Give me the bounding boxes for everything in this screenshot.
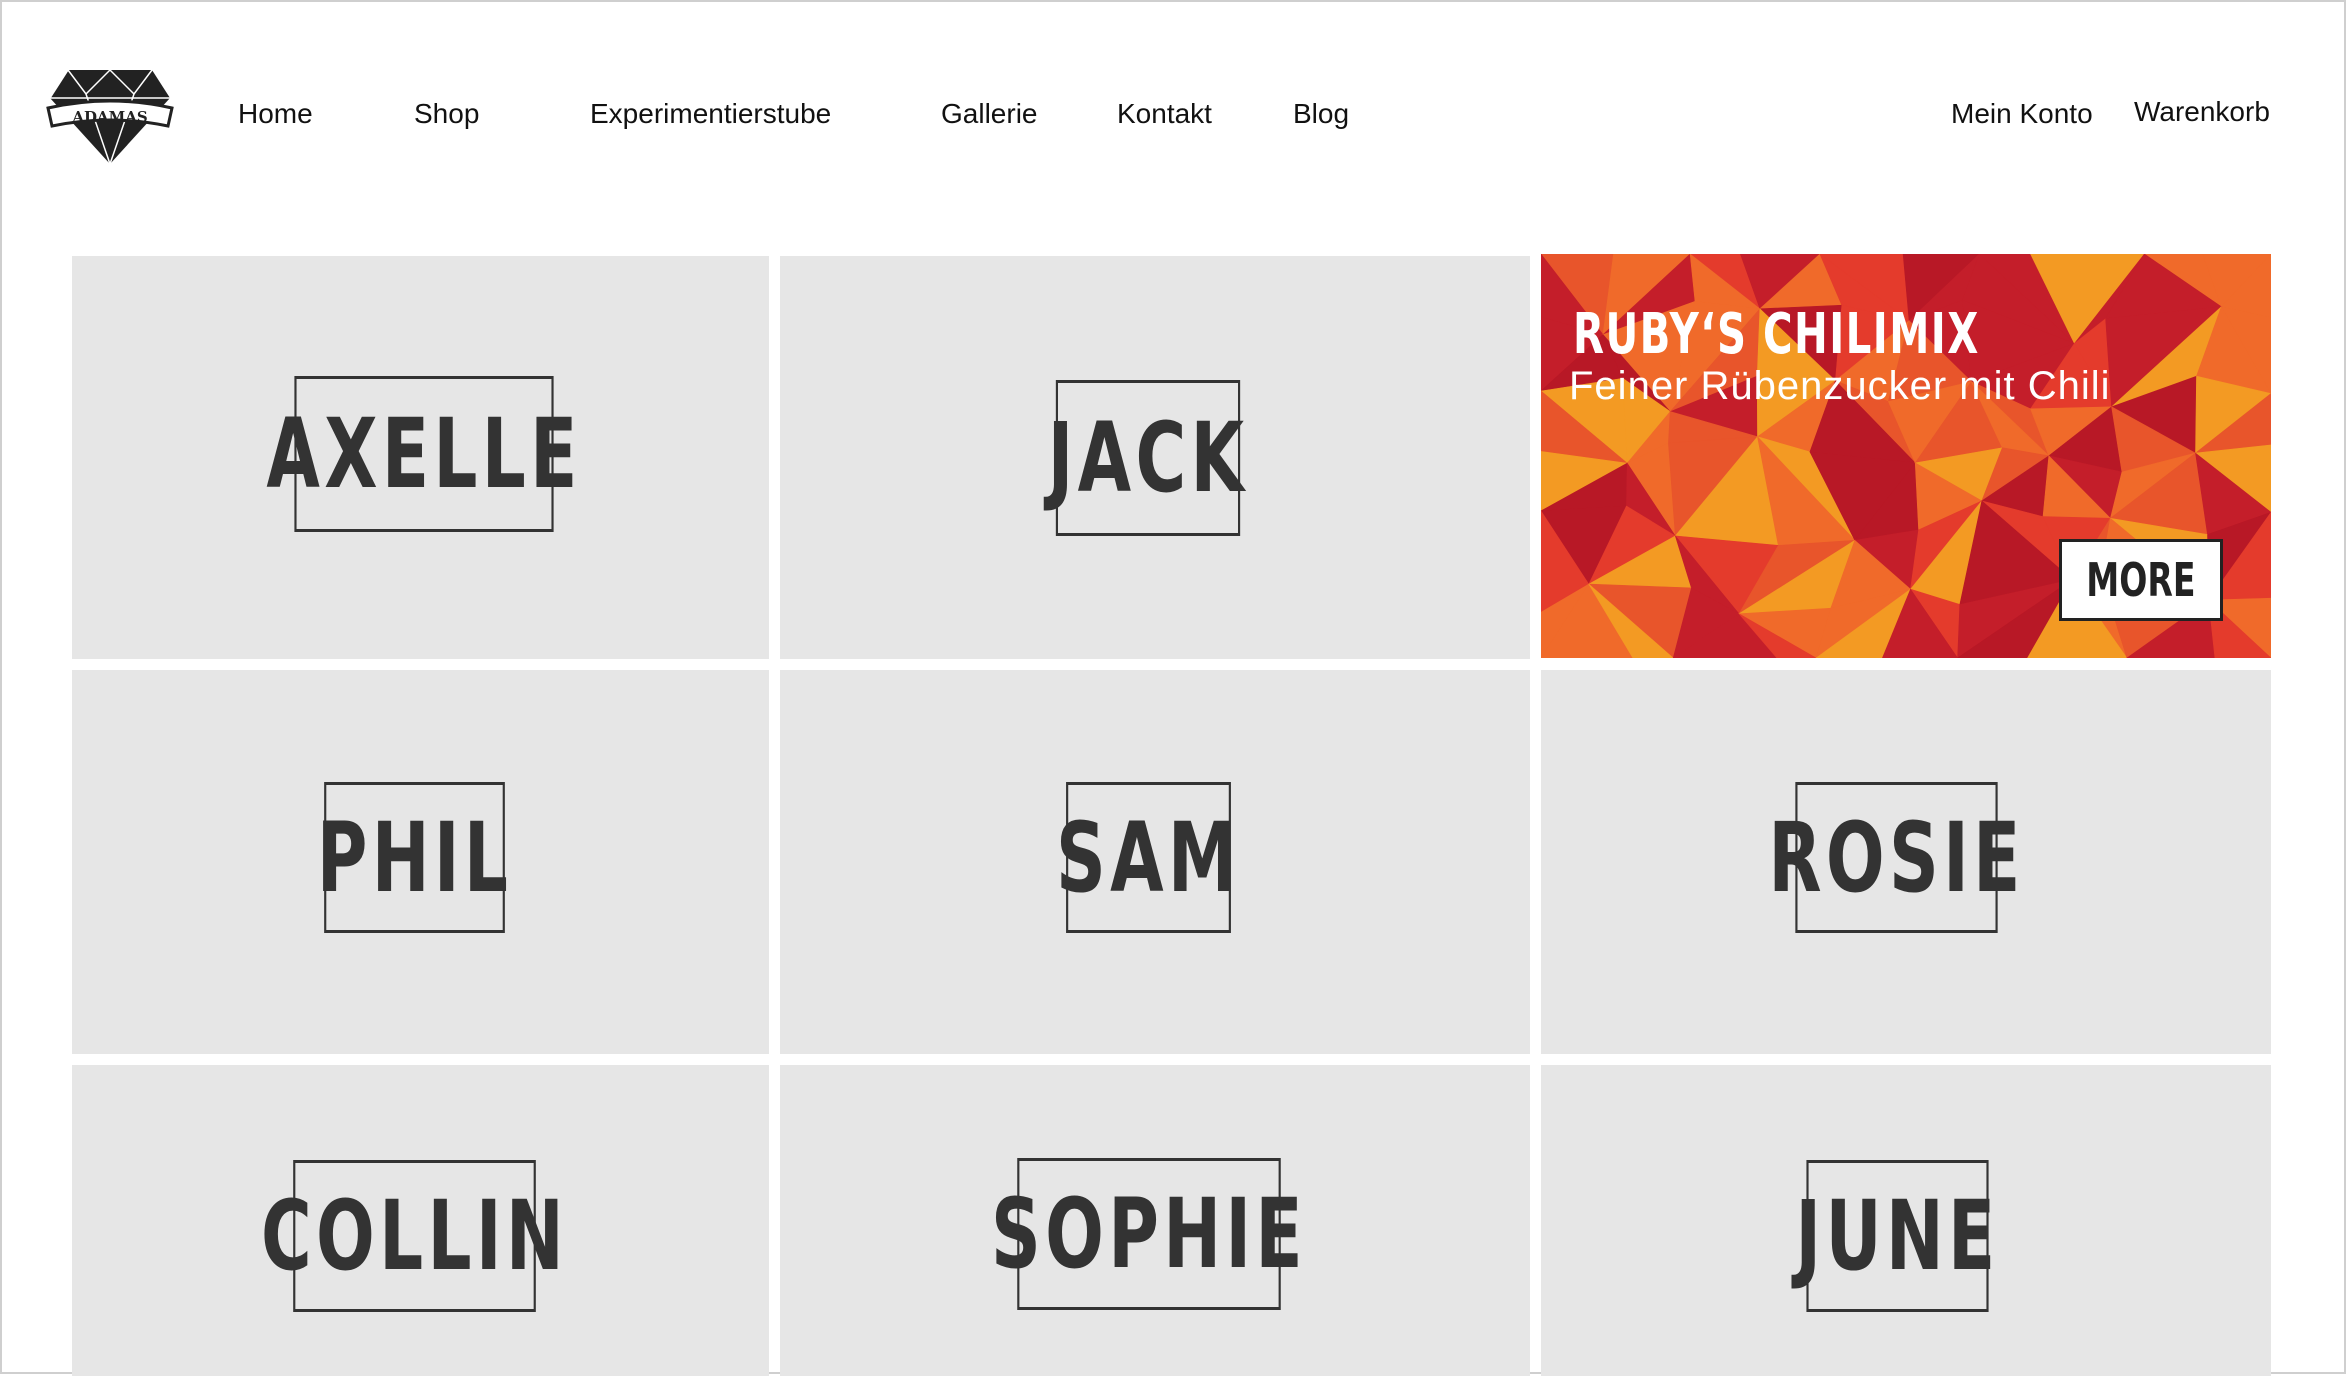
nav-blog[interactable]: Blog	[1293, 98, 1349, 130]
tile-phil[interactable]: PHIL	[72, 670, 769, 1054]
name-box-phil: PHIL	[317, 782, 508, 933]
tile-axelle[interactable]: AXELLE	[72, 256, 769, 659]
nav-shop[interactable]: Shop	[414, 98, 479, 130]
promo-subtitle: Feiner Rübenzucker mit Chili	[1569, 364, 2111, 408]
nav-cart[interactable]: Warenkorb	[2134, 96, 2270, 128]
name-box-collin: COLLIN	[261, 1160, 564, 1312]
name-box-sophie: SOPHIE	[991, 1158, 1303, 1310]
name-box-june: JUNE	[1795, 1160, 1995, 1312]
name-box-rosie: ROSIE	[1768, 782, 2020, 933]
more-button[interactable]: MORE	[2059, 539, 2223, 621]
promo-title: RUBY‘S CHILIMIX	[1573, 302, 1980, 367]
tile-sam[interactable]: SAM	[780, 670, 1530, 1054]
nav-account[interactable]: Mein Konto	[1951, 98, 2093, 130]
name-box-jack: JACK	[1048, 380, 1244, 536]
adamas-logo[interactable]: ADAMAS	[46, 64, 174, 168]
logo-text: ADAMAS	[71, 108, 147, 126]
name-box-axelle: AXELLE	[266, 376, 577, 532]
name-box-sam: SAM	[1056, 782, 1237, 933]
tile-rosie[interactable]: ROSIE	[1541, 670, 2271, 1054]
nav-experimentierstube[interactable]: Experimentierstube	[590, 98, 831, 130]
tile-collin[interactable]: COLLIN	[72, 1065, 769, 1376]
tile-june[interactable]: JUNE	[1541, 1065, 2271, 1376]
nav-home[interactable]: Home	[238, 98, 313, 130]
nav-kontakt[interactable]: Kontakt	[1117, 98, 1212, 130]
tile-sophie[interactable]: SOPHIE	[780, 1065, 1530, 1376]
tile-jack[interactable]: JACK	[780, 256, 1530, 659]
nav-gallerie[interactable]: Gallerie	[941, 98, 1037, 130]
promo-banner[interactable]: RUBY‘S CHILIMIX Feiner Rübenzucker mit C…	[1541, 254, 2271, 658]
